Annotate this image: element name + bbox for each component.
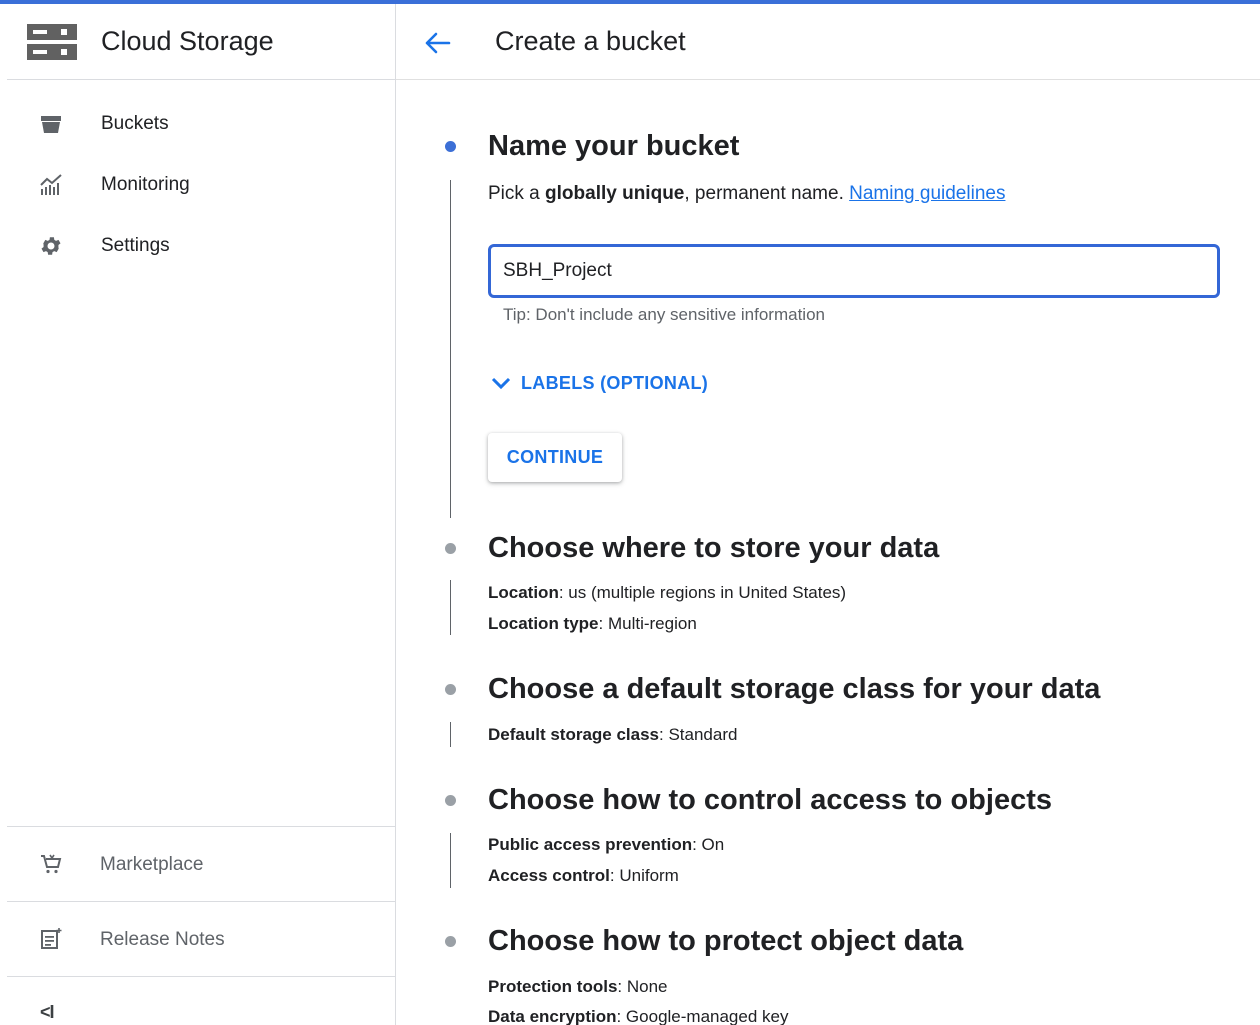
detail-key: Location: [488, 583, 559, 602]
sidebar-item-buckets[interactable]: Buckets: [7, 96, 395, 152]
step-indicator: [445, 936, 456, 947]
cloud-storage-icon: [27, 24, 77, 60]
step-title-protection: Choose how to protect object data: [488, 925, 964, 957]
step-connector-line: [450, 180, 451, 518]
detail-key: Public access prevention: [488, 835, 693, 854]
sidebar-divider: [7, 901, 395, 902]
product-title: Cloud Storage: [101, 26, 274, 56]
sidebar-divider: [7, 826, 395, 827]
chevron-down-icon: [491, 377, 511, 390]
detail-key: Access control: [488, 866, 610, 885]
step-indicator-active: [445, 141, 456, 152]
naming-guidelines-link[interactable]: Naming guidelines: [849, 183, 1005, 204]
step-indicator: [445, 684, 456, 695]
detail-access-control: Access control: Uniform: [488, 866, 679, 886]
sidebar-item-label: Release Notes: [100, 929, 225, 950]
page-title: Create a bucket: [495, 26, 686, 56]
input-tip: Tip: Don't include any sensitive informa…: [503, 305, 825, 324]
release-notes-icon: [41, 928, 62, 949]
monitoring-icon: [40, 174, 62, 195]
sidebar-item-marketplace[interactable]: Marketplace: [7, 834, 395, 894]
detail-value: : None: [617, 977, 668, 996]
detail-value: : Uniform: [609, 866, 679, 885]
desc-text: , permanent name.: [684, 183, 850, 204]
detail-location-type: Location type: Multi-region: [488, 614, 697, 634]
sidebar-item-settings[interactable]: Settings: [7, 218, 395, 274]
sidebar-item-label: Settings: [101, 235, 170, 256]
detail-key: Location type: [488, 614, 599, 633]
collapse-sidebar-button[interactable]: <I: [40, 1002, 54, 1023]
bucket-name-input[interactable]: [488, 244, 1220, 298]
sidebar-item-label: Buckets: [101, 113, 169, 134]
detail-key: Default storage class: [488, 725, 660, 744]
step-title-name-bucket: Name your bucket: [488, 130, 740, 162]
detail-public-access: Public access prevention: On: [488, 835, 724, 855]
desc-text: Pick a: [488, 183, 546, 204]
step-connector-line: [450, 580, 451, 635]
gear-icon: [41, 237, 61, 255]
step-title-storage-class: Choose a default storage class for your …: [488, 673, 1101, 705]
bucket-icon: [41, 116, 61, 133]
detail-value: : us (multiple regions in United States): [558, 583, 847, 602]
sidebar-header: Cloud Storage: [7, 4, 395, 80]
marketplace-cart-icon: [41, 854, 62, 874]
step-connector-line: [450, 722, 451, 747]
back-arrow-icon[interactable]: [422, 28, 452, 58]
sidebar-item-label: Marketplace: [100, 854, 204, 875]
detail-key: Protection tools: [488, 977, 618, 996]
sidebar-item-monitoring[interactable]: Monitoring: [7, 157, 395, 213]
desc-emphasis: globally unique: [545, 183, 685, 204]
step-title-location: Choose where to store your data: [488, 532, 940, 564]
detail-storage-class: Default storage class: Standard: [488, 725, 737, 745]
detail-key: Data encryption: [488, 1007, 617, 1025]
continue-button[interactable]: CONTINUE: [488, 433, 622, 482]
name-description: Pick a globally unique, permanent name. …: [488, 183, 1005, 205]
detail-value: : Multi-region: [598, 614, 697, 633]
page-header: Create a bucket: [396, 4, 1260, 80]
step-indicator: [445, 543, 456, 554]
sidebar-divider: [7, 976, 395, 977]
sidebar: Cloud Storage Buckets Monitoring Setting…: [0, 4, 396, 1025]
sidebar-item-label: Monitoring: [101, 174, 190, 195]
step-connector-line: [450, 833, 451, 888]
detail-value: : On: [692, 835, 725, 854]
sidebar-item-release-notes[interactable]: Release Notes: [7, 909, 395, 969]
detail-data-encryption: Data encryption: Google-managed key: [488, 1007, 788, 1025]
detail-location: Location: us (multiple regions in United…: [488, 583, 846, 603]
detail-protection-tools: Protection tools: None: [488, 977, 668, 997]
detail-value: : Google-managed key: [616, 1007, 789, 1025]
detail-value: : Standard: [659, 725, 738, 744]
step-title-access-control: Choose how to control access to objects: [488, 784, 1052, 816]
step-indicator: [445, 795, 456, 806]
labels-toggle-label: LABELS (OPTIONAL): [521, 373, 709, 393]
